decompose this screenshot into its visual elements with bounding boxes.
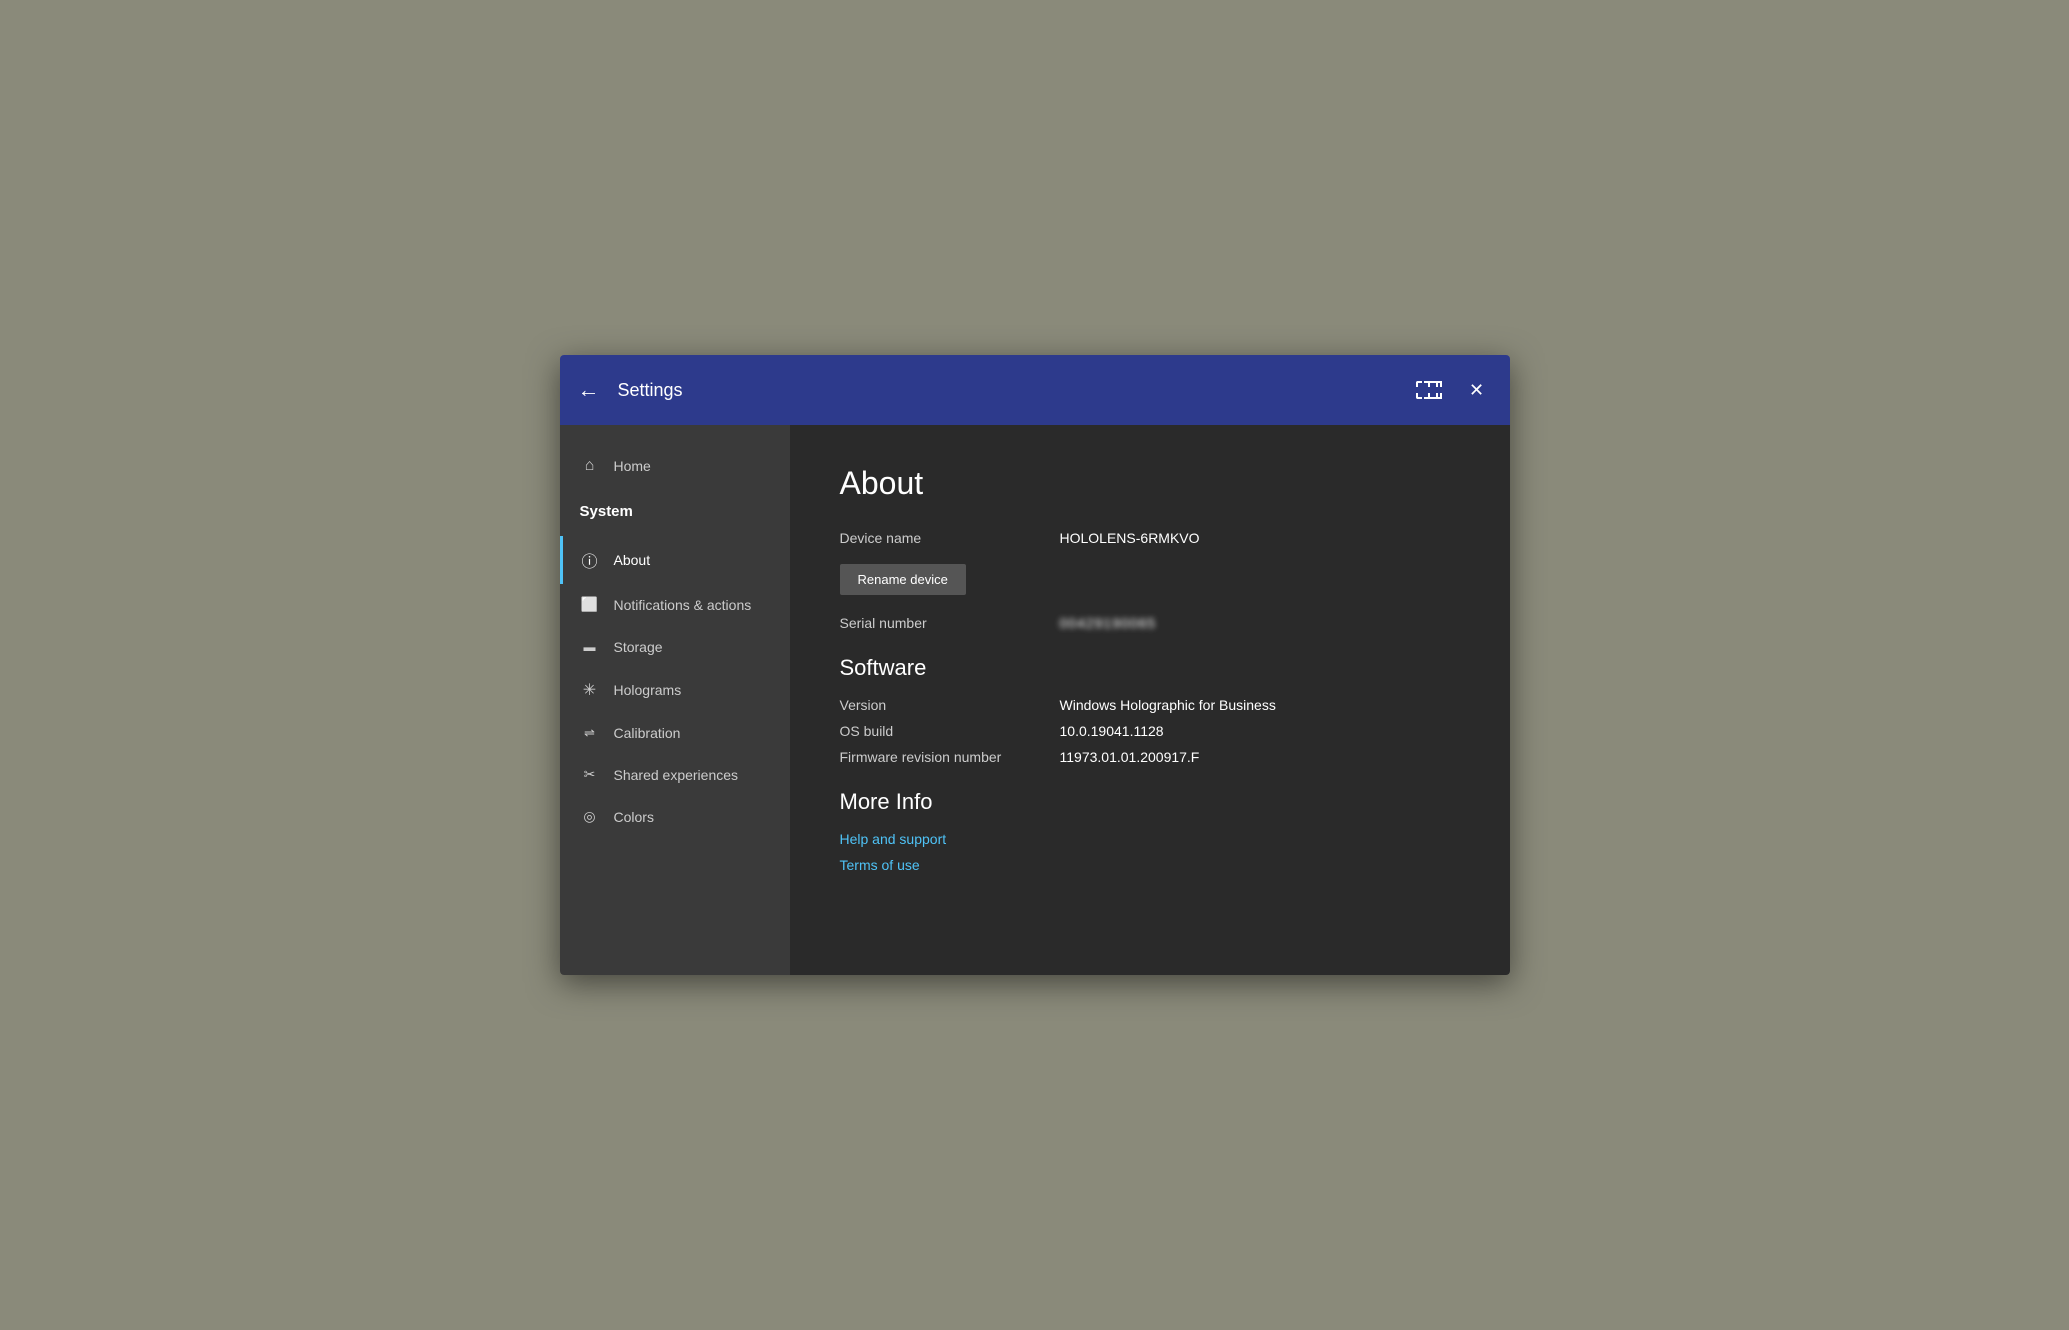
serial-number-value: 00429190065	[1060, 615, 1157, 631]
sidebar-label-colors: Colors	[614, 809, 654, 825]
sidebar-item-holograms[interactable]: Holograms	[560, 668, 790, 712]
os-build-value: 10.0.19041.1128	[1060, 723, 1164, 739]
firmware-label: Firmware revision number	[840, 749, 1060, 765]
back-button[interactable]: ←	[578, 377, 600, 403]
help-support-link[interactable]: Help and support	[840, 831, 1460, 847]
sidebar-label-home: Home	[614, 458, 651, 474]
main-content: Home System About Notifications & action…	[560, 425, 1510, 975]
settings-window: ← Settings ✕ Home System About	[560, 355, 1510, 975]
sidebar: Home System About Notifications & action…	[560, 425, 790, 975]
titlebar-title: Settings	[618, 380, 1412, 401]
right-content: About Device name HOLOLENS-6RMKVO Rename…	[790, 425, 1510, 975]
sidebar-item-storage[interactable]: Storage	[560, 626, 790, 668]
device-name-value: HOLOLENS-6RMKVO	[1060, 530, 1200, 546]
notifications-icon	[580, 596, 600, 614]
storage-icon	[580, 638, 600, 656]
page-title: About	[840, 465, 1460, 502]
sidebar-label-system: System	[580, 503, 633, 520]
home-icon	[580, 457, 600, 475]
device-name-row: Device name HOLOLENS-6RMKVO	[840, 530, 1460, 546]
about-icon	[580, 548, 600, 572]
sidebar-label-holograms: Holograms	[614, 682, 682, 698]
firmware-value: 11973.01.01.200917.F	[1060, 749, 1200, 765]
sidebar-item-shared[interactable]: Shared experiences	[560, 754, 790, 796]
version-label: Version	[840, 697, 1060, 713]
software-section-title: Software	[840, 655, 1460, 681]
holograms-icon	[580, 680, 600, 700]
sidebar-item-about[interactable]: About	[560, 536, 790, 584]
sidebar-label-about: About	[614, 552, 651, 568]
shared-icon	[580, 766, 600, 784]
sidebar-item-calibration[interactable]: Calibration	[560, 712, 790, 754]
sidebar-item-colors[interactable]: Colors	[560, 796, 790, 838]
sidebar-label-calibration: Calibration	[614, 725, 681, 741]
serial-number-label: Serial number	[840, 615, 1060, 631]
snap-icon	[1416, 381, 1438, 399]
titlebar: ← Settings ✕	[560, 355, 1510, 425]
sidebar-section-system: System	[560, 487, 790, 536]
sidebar-item-notifications[interactable]: Notifications & actions	[560, 584, 790, 626]
version-row: Version Windows Holographic for Business	[840, 697, 1460, 713]
rename-device-button[interactable]: Rename device	[840, 564, 966, 595]
os-build-row: OS build 10.0.19041.1128	[840, 723, 1460, 739]
sidebar-label-notifications: Notifications & actions	[614, 597, 752, 613]
close-button[interactable]: ✕	[1462, 375, 1492, 405]
titlebar-controls: ✕	[1412, 375, 1492, 405]
more-info-section-title: More Info	[840, 789, 1460, 815]
colors-icon	[580, 808, 600, 826]
version-value: Windows Holographic for Business	[1060, 697, 1276, 713]
os-build-label: OS build	[840, 723, 1060, 739]
device-name-label: Device name	[840, 530, 1060, 546]
terms-link[interactable]: Terms of use	[840, 857, 1460, 873]
firmware-row: Firmware revision number 11973.01.01.200…	[840, 749, 1460, 765]
snap-button[interactable]	[1412, 375, 1442, 405]
sidebar-item-home[interactable]: Home	[560, 445, 790, 487]
close-icon: ✕	[1469, 380, 1484, 401]
calibration-icon	[580, 724, 600, 742]
serial-number-row: Serial number 00429190065	[840, 615, 1460, 631]
sidebar-label-storage: Storage	[614, 639, 663, 655]
sidebar-label-shared: Shared experiences	[614, 767, 739, 783]
